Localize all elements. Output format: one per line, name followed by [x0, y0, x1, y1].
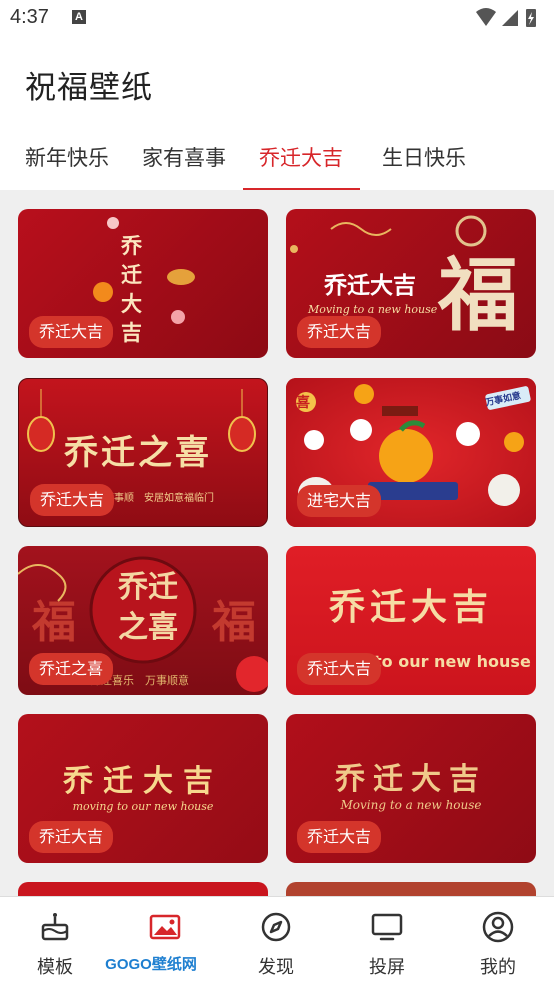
card-label: 进宅大吉: [297, 485, 382, 517]
card-art-big: 福: [438, 248, 518, 342]
notification-icon: A: [72, 10, 86, 24]
image-icon: [149, 914, 181, 940]
status-bar: 4:37 A: [0, 0, 554, 38]
wallpaper-card[interactable]: [18, 882, 268, 896]
category-tabs: 新年快乐 家有喜事 乔迁大吉 生日快乐: [0, 128, 554, 190]
card-art-text: 乔迁之喜: [64, 433, 212, 473]
card-art-text: 喜: [296, 395, 310, 411]
page-title: 祝福壁纸: [25, 70, 153, 106]
card-label: 乔迁大吉: [297, 653, 382, 685]
card-label: 乔迁大吉: [29, 316, 114, 348]
user-icon: [482, 911, 514, 943]
wallpaper-card[interactable]: 福 乔迁大吉 Moving to a new house 乔迁大吉: [286, 209, 536, 358]
wallpaper-card[interactable]: 乔迁大吉 to our new house 乔迁大吉: [286, 546, 536, 695]
card-art-subtext: to our new house: [374, 652, 531, 671]
card-art-big: 福: [212, 597, 256, 648]
card-art-subtext: 万事顺 安居如意福临门: [104, 493, 214, 504]
card-art-subtext: moving to our new house: [72, 800, 214, 813]
wallpaper-card[interactable]: 乔迁大吉 moving to our new house 乔迁大吉: [18, 714, 268, 863]
nav-label: 我的: [480, 957, 516, 978]
wallpaper-card[interactable]: 乔迁之喜 万事顺 安居如意福临门 乔迁大吉: [18, 378, 268, 527]
card-art-text: 乔迁大吉: [335, 762, 487, 797]
card-art-text: 乔迁大吉: [328, 586, 493, 628]
wallpaper-card[interactable]: [286, 882, 536, 896]
status-icons: [476, 8, 536, 27]
nav-label: 投屏: [369, 957, 405, 978]
card-art-text: 乔迁大吉: [324, 273, 416, 299]
card-art-subtext: Moving to a new house: [308, 303, 438, 316]
card-art-big: 福: [32, 597, 76, 648]
tab-new-year[interactable]: 新年快乐: [25, 138, 109, 190]
watermark: GOGO壁纸网: [105, 956, 197, 973]
card-label: 乔迁之喜: [29, 653, 114, 685]
wallpaper-grid[interactable]: 乔迁大吉 乔迁大吉 福 乔迁大吉 Moving to a new house 乔…: [0, 190, 554, 896]
nav-wallpapers[interactable]: GOGO壁纸网: [105, 897, 220, 987]
tab-birthday[interactable]: 生日快乐: [382, 138, 466, 190]
wallpaper-card[interactable]: 乔迁大吉 乔迁大吉: [18, 209, 268, 358]
nav-label: 发现: [258, 957, 294, 978]
card-label: 乔迁大吉: [29, 821, 114, 853]
nav-profile[interactable]: 我的: [443, 897, 553, 987]
signal-icon: [502, 10, 518, 26]
wallpaper-card[interactable]: 喜 万事如意 进宅大吉: [286, 378, 536, 527]
wallpaper-card[interactable]: 福 福 乔迁之喜 乔迁喜乐 万事顺意 乔迁之喜: [18, 546, 268, 695]
card-label: 乔迁大吉: [297, 316, 382, 348]
cake-icon: [41, 913, 69, 941]
compass-icon: [261, 912, 291, 942]
card-art-subtext: Moving to a new house: [340, 798, 482, 812]
wifi-icon: [476, 8, 496, 26]
tv-icon: [371, 913, 403, 941]
card-label: 乔迁大吉: [297, 821, 382, 853]
card-art-text: 乔迁大吉: [63, 764, 223, 799]
status-time: 4:37: [10, 6, 49, 28]
card-art-text: 乔迁之喜: [118, 570, 178, 645]
nav-discover[interactable]: 发现: [221, 897, 331, 987]
nav-cast[interactable]: 投屏: [332, 897, 442, 987]
wallpaper-card[interactable]: 乔迁大吉 Moving to a new house 乔迁大吉: [286, 714, 536, 863]
tab-house-moving[interactable]: 乔迁大吉: [259, 138, 343, 190]
bottom-nav: 模板 GOGO壁纸网 发现 投屏 我的: [0, 896, 554, 987]
card-label: 乔迁大吉: [30, 484, 115, 516]
tab-family-joy[interactable]: 家有喜事: [142, 138, 226, 190]
